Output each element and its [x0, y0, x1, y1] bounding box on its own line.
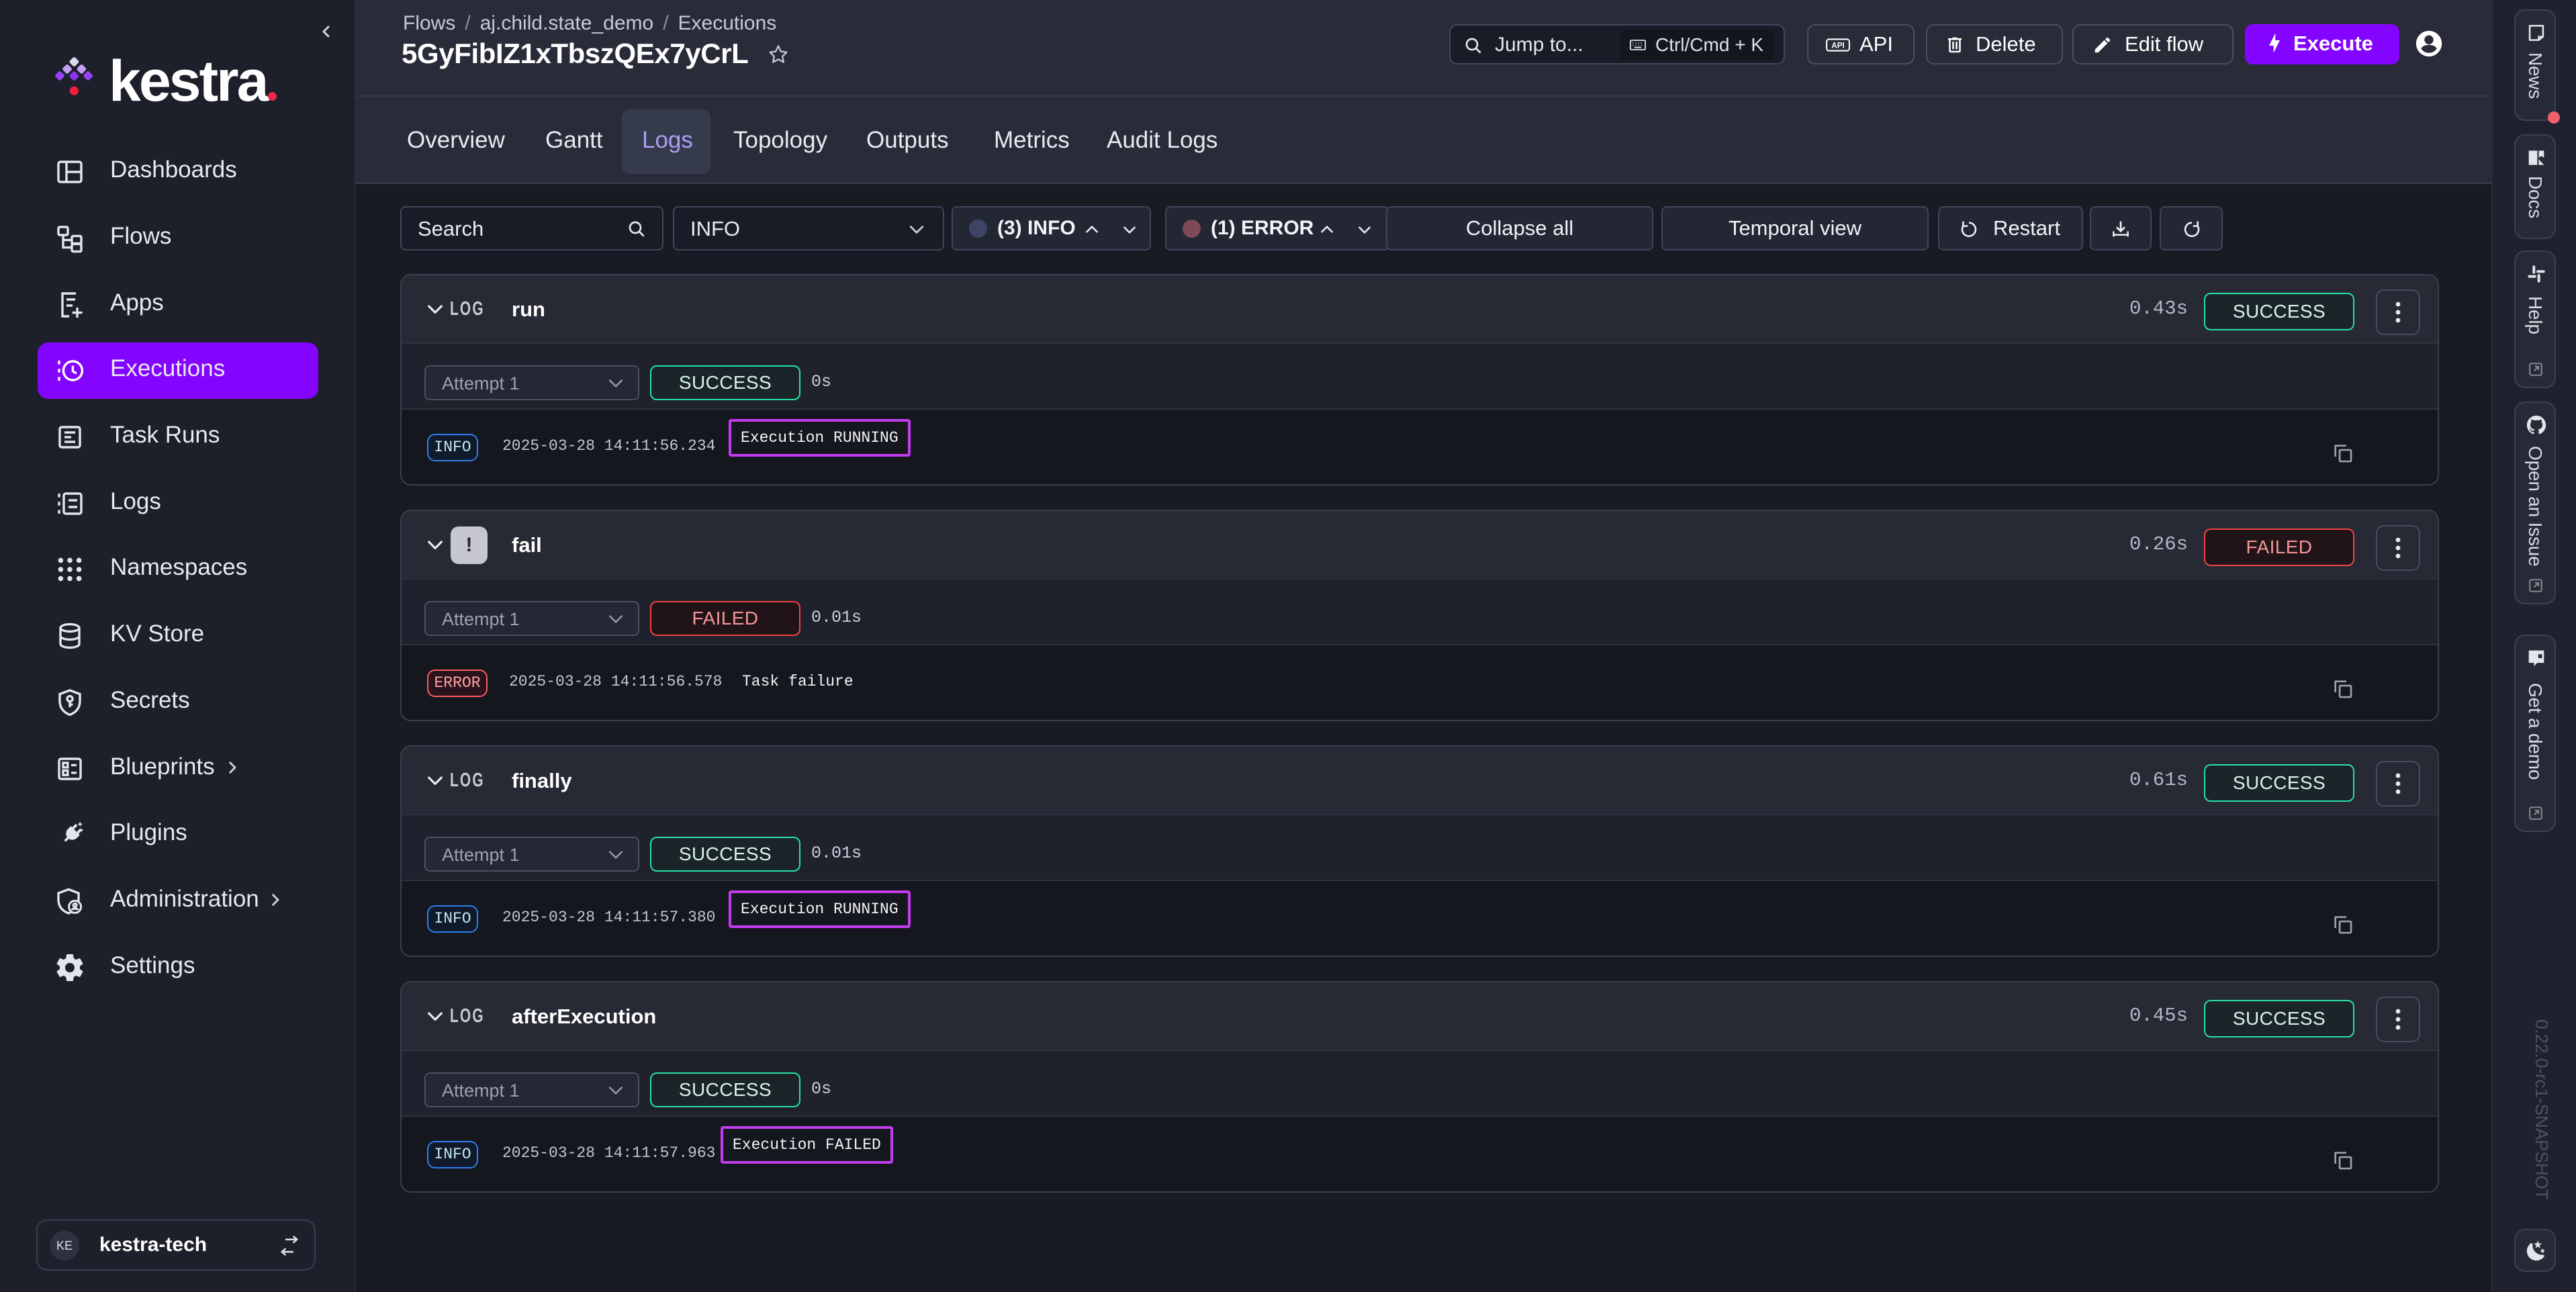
svg-text:API: API	[1831, 41, 1845, 50]
